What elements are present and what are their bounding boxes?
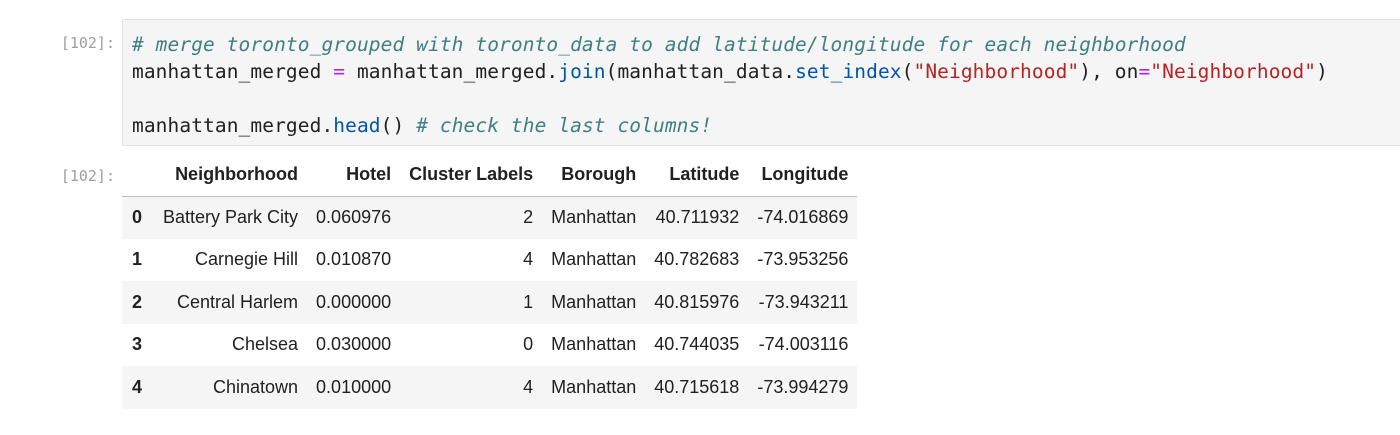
row-index: 0: [132, 207, 143, 227]
cell-hotel: 0.000000: [316, 291, 392, 312]
cell-borough: Manhattan: [551, 291, 637, 312]
cell-neighborhood: Chelsea: [232, 334, 299, 355]
cell-borough: Manhattan: [551, 376, 637, 397]
cell-cluster-labels: 1: [523, 291, 534, 312]
cell-latitude: 40.815976: [654, 291, 740, 312]
code-token: =: [333, 60, 346, 83]
cell-cluster-labels: 0: [523, 334, 534, 355]
code-token: "Neighborhood": [913, 60, 1080, 83]
cell-latitude: 40.711932: [655, 207, 740, 227]
column-header-cluster-labels: Cluster Labels: [400, 154, 543, 197]
cell-hotel: 0.030000: [316, 334, 392, 355]
code-cell-editor[interactable]: # merge toronto_grouped with toronto_dat…: [122, 19, 1400, 146]
table-row: 4 Chinatown 0.010000 4 Manhattan 40.7156…: [122, 366, 858, 409]
cell-borough: Manhattan: [551, 334, 637, 355]
table-header-row: Neighborhood Hotel Cluster Labels Boroug…: [122, 154, 858, 197]
cell-cluster-labels: 4: [523, 376, 534, 397]
cell-hotel: 0.010000: [316, 376, 392, 397]
cell-longitude: -73.943211: [758, 291, 849, 312]
cell-neighborhood: Chinatown: [212, 376, 299, 397]
code-token: ): [1316, 60, 1328, 83]
code-token: =: [1138, 60, 1151, 83]
code-token: join: [558, 60, 606, 83]
code-token: head: [333, 114, 381, 137]
code-lines: # merge toronto_grouped with toronto_dat…: [132, 31, 1400, 139]
code-token: set_index: [795, 60, 902, 83]
column-header-longitude: Longitude: [748, 154, 858, 197]
column-header-borough: Borough: [542, 154, 646, 197]
table-row: 2 Central Harlem 0.000000 1 Manhattan 40…: [122, 281, 858, 324]
cell-latitude: 40.744035: [654, 334, 740, 355]
cell-latitude: 40.782683: [654, 249, 740, 270]
code-line-comment: # merge toronto_grouped with toronto_dat…: [132, 31, 1400, 58]
table-row: 3 Chelsea 0.030000 0 Manhattan 40.744035…: [122, 323, 858, 366]
cell-longitude: -74.016869: [757, 207, 849, 227]
column-header-latitude: Latitude: [645, 154, 749, 197]
code-token: manhattan_merged: [132, 60, 334, 83]
column-header-hotel: Hotel: [307, 154, 401, 197]
cell-hotel: 0.010870: [316, 249, 392, 270]
cell-neighborhood: Carnegie Hill: [195, 249, 299, 270]
row-index: 3: [132, 334, 143, 355]
code-token: # check the last columns!: [416, 114, 713, 137]
cell-longitude: -73.953256: [757, 249, 849, 270]
row-index: 2: [132, 291, 143, 312]
cell-longitude: -74.003116: [758, 334, 849, 355]
code-token: (: [901, 60, 914, 83]
cell-borough: Manhattan: [551, 249, 637, 270]
cell-cluster-labels: 2: [523, 207, 534, 227]
code-token: ), on: [1079, 60, 1139, 83]
output-area: Neighborhood Hotel Cluster Labels Boroug…: [122, 154, 858, 409]
code-token: manhattan_merged.: [345, 60, 559, 83]
row-index: 4: [132, 376, 143, 397]
code-line-join: manhattan_merged = manhattan_merged.join…: [132, 58, 1400, 85]
output-prompt: [102]:: [60, 167, 115, 185]
code-token: (manhattan_data.: [605, 60, 796, 83]
cell-longitude: -73.994279: [757, 376, 849, 397]
code-token: # merge toronto_grouped with toronto_dat…: [132, 33, 1186, 56]
table-row: 0 Battery Park City 0.060976 2 Manhattan…: [122, 196, 858, 239]
index-header: [122, 154, 154, 197]
cell-cluster-labels: 4: [523, 249, 534, 270]
input-prompt: [102]:: [60, 34, 115, 52]
code-token: (): [380, 114, 417, 137]
dataframe-table: Neighborhood Hotel Cluster Labels Boroug…: [122, 154, 858, 409]
code-line-head: manhattan_merged.head() # check the last…: [132, 112, 1400, 139]
column-header-neighborhood: Neighborhood: [154, 154, 308, 197]
row-index: 1: [132, 249, 143, 270]
cell-neighborhood: Central Harlem: [177, 291, 299, 312]
table-row: 1 Carnegie Hill 0.010870 4 Manhattan 40.…: [122, 238, 858, 281]
code-token: manhattan_merged.: [132, 114, 334, 137]
cell-latitude: 40.715618: [654, 376, 740, 397]
cell-hotel: 0.060976: [316, 207, 392, 227]
cell-borough: Manhattan: [551, 207, 637, 227]
cell-neighborhood: Battery Park City: [163, 207, 299, 227]
code-token: "Neighborhood": [1150, 60, 1317, 83]
